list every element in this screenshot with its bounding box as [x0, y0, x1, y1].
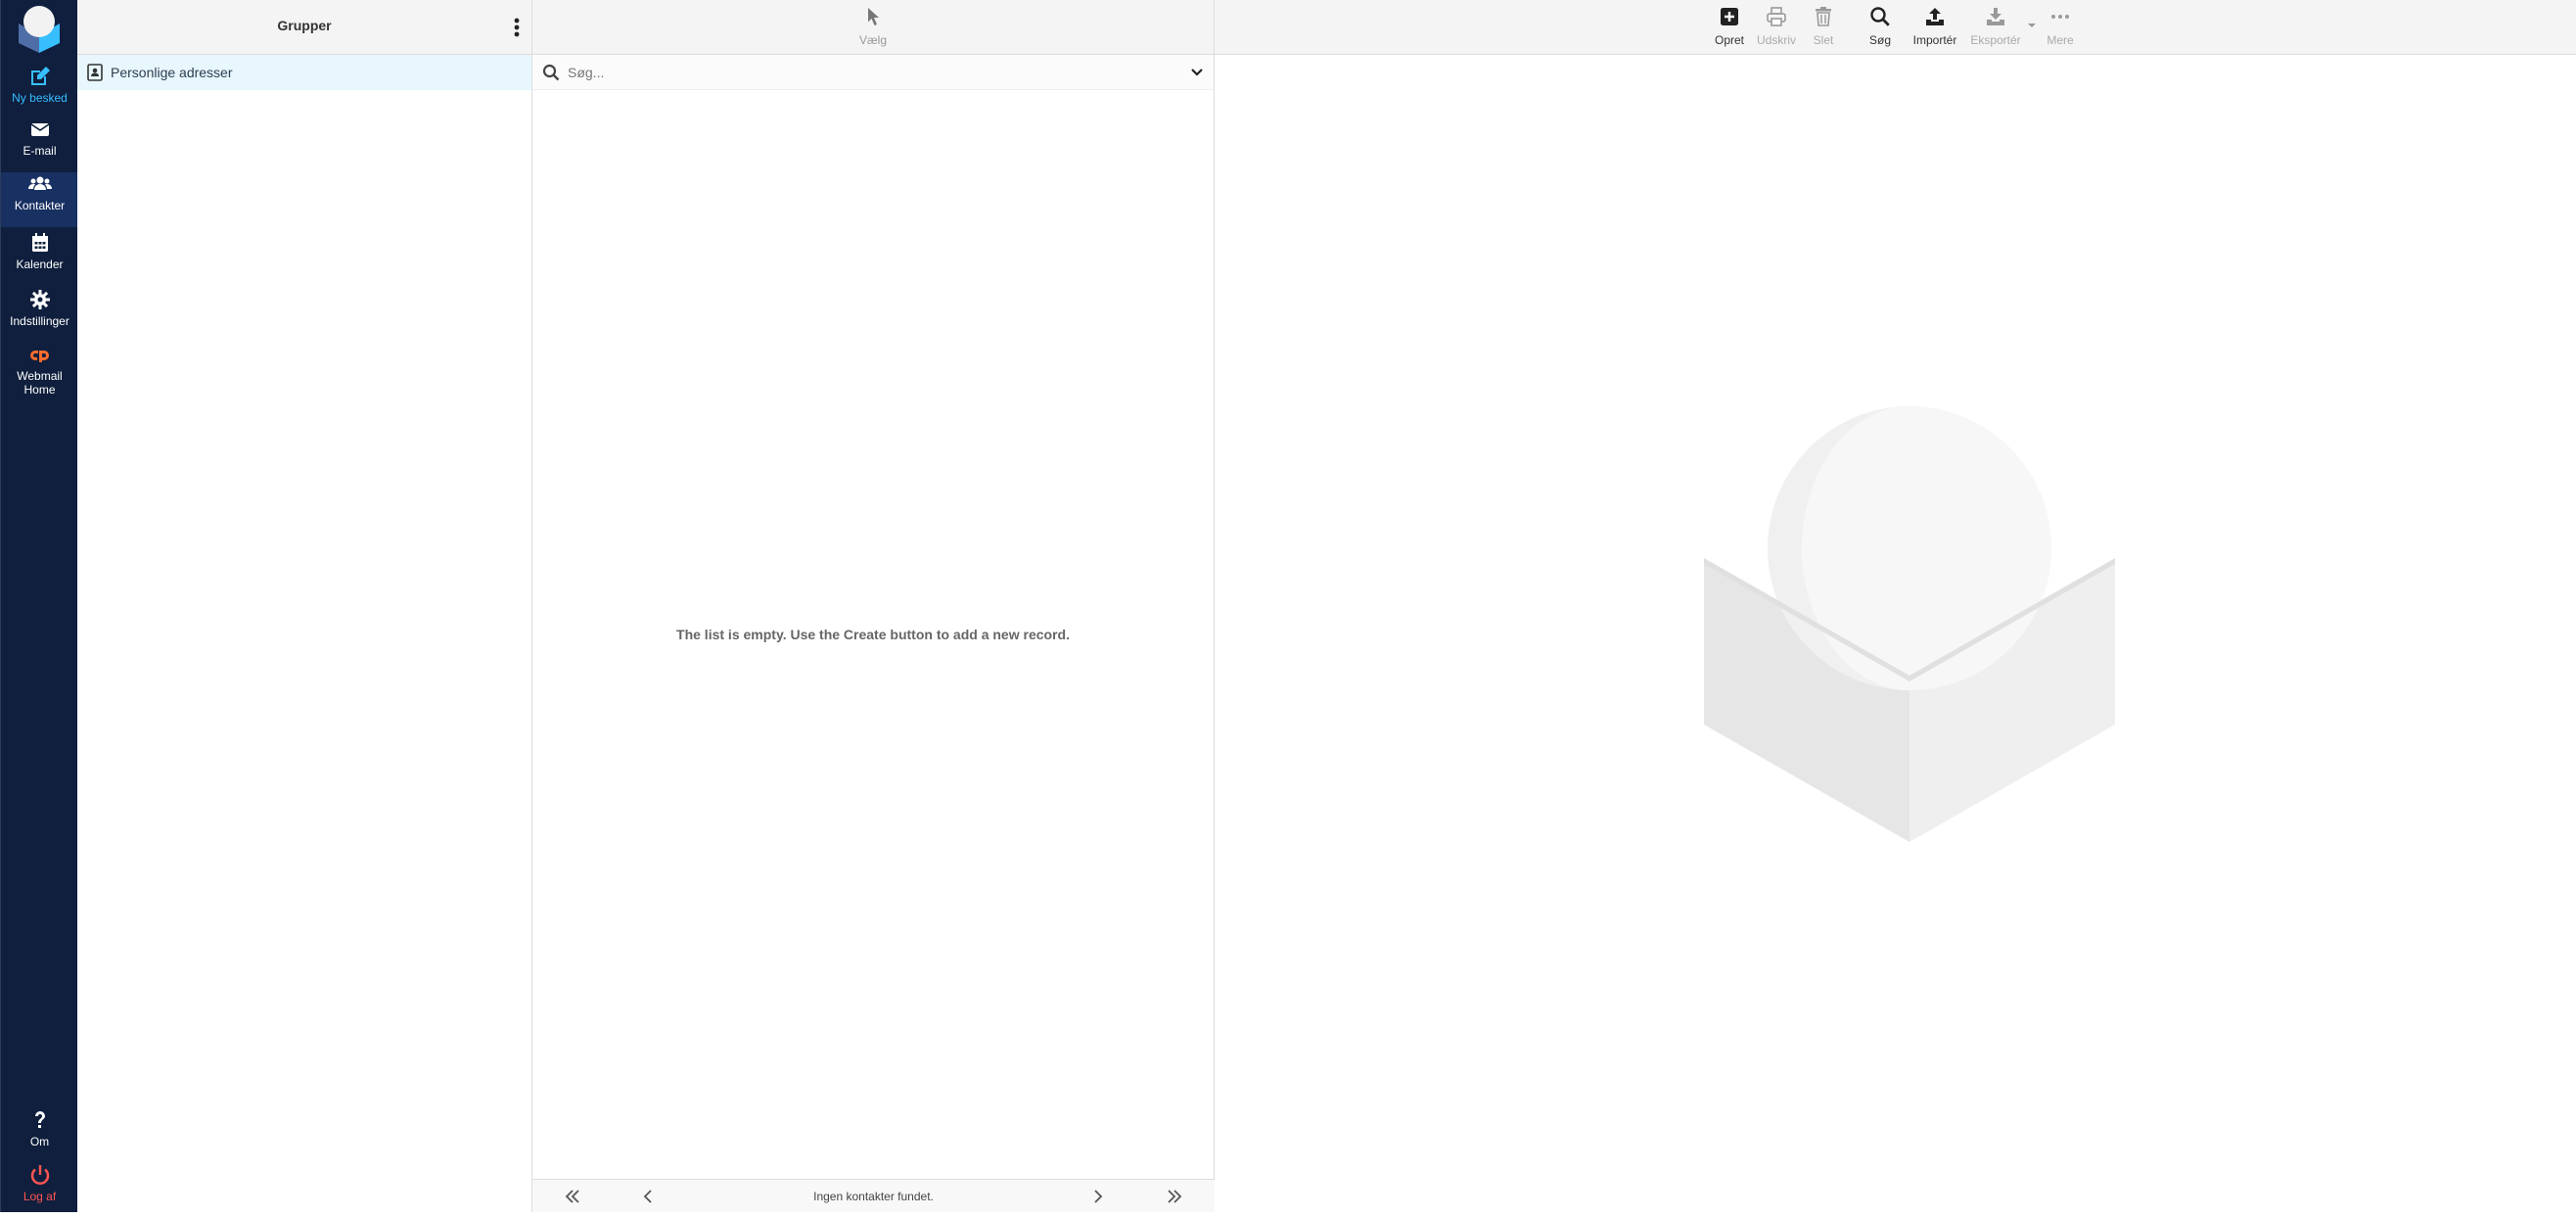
nav-settings[interactable]: Indstillinger — [1, 288, 78, 343]
empty-list-message: The list is empty. Use the Create button… — [676, 627, 1070, 642]
select-button[interactable]: Vælg — [844, 4, 902, 51]
nav-webmail-home[interactable]: Webmail Home — [1, 345, 78, 405]
more-button[interactable]: Mere — [2033, 4, 2088, 51]
compose-icon — [30, 67, 50, 85]
toolbar: Opret Udskriv Slet Søg Importér Eksporté… — [1215, 0, 2576, 55]
import-button[interactable]: Importér — [1908, 4, 1962, 51]
nav-about-label: Om — [29, 1135, 50, 1148]
contact-details-panel: Opret Udskriv Slet Søg Importér Eksporté… — [1215, 0, 2576, 1212]
printer-icon — [1767, 7, 1786, 26]
list-pagination: Ingen kontakter fundet. — [532, 1179, 1215, 1212]
nav-mail-label: E-mail — [23, 144, 57, 158]
magnifier-icon — [1870, 7, 1890, 26]
group-item-label: Personlige adresser — [111, 65, 233, 80]
export-button[interactable]: Eksportér — [1966, 4, 2025, 51]
nav-home-label: Home — [23, 383, 56, 397]
nav-webmail-label: Webmail — [17, 369, 63, 383]
search-button[interactable]: Søg — [1853, 4, 1908, 51]
power-icon — [30, 1165, 49, 1185]
list-header: Vælg — [532, 0, 1214, 55]
select-button-label: Vælg — [858, 33, 887, 47]
question-icon — [34, 1111, 45, 1128]
nav-calendar[interactable]: Kalender — [1, 231, 78, 286]
nav-about[interactable]: Om — [1, 1108, 78, 1163]
nav-contacts[interactable]: Kontakter — [1, 172, 78, 227]
users-icon — [27, 176, 52, 190]
groups-header: Grupper — [77, 0, 531, 55]
nav-compose[interactable]: Ny besked — [1, 65, 78, 119]
gear-icon — [29, 290, 50, 309]
trash-icon — [1816, 7, 1831, 26]
search-button-label: Søg — [1868, 33, 1891, 47]
last-page-icon[interactable] — [1164, 1188, 1185, 1205]
export-button-label: Eksportér — [1970, 33, 2021, 47]
nav-logout[interactable]: Log af — [1, 1163, 78, 1218]
import-button-label: Importér — [1912, 33, 1957, 47]
chevron-down-icon[interactable] — [1190, 66, 1204, 79]
nav-calendar-label: Kalender — [16, 258, 64, 271]
pagination-status: Ingen kontakter fundet. — [813, 1190, 934, 1203]
roundcube-watermark-icon — [1704, 406, 2115, 842]
nav-compose-label: Ny besked — [12, 91, 68, 105]
nav-settings-label: Indstillinger — [10, 314, 69, 328]
pointer-icon — [868, 8, 879, 25]
plus-square-icon — [1721, 8, 1738, 25]
delete-button[interactable]: Slet — [1796, 4, 1851, 51]
group-item-personal-addresses[interactable]: Personlige adresser — [77, 55, 531, 90]
download-icon — [1987, 8, 2004, 25]
nav-contacts-label: Kontakter — [14, 199, 66, 212]
search-icon[interactable] — [542, 64, 560, 81]
nav-logout-label: Log af — [23, 1190, 57, 1203]
search-bar — [532, 55, 1214, 90]
groups-title: Grupper — [277, 18, 332, 33]
more-button-label: Mere — [2047, 33, 2074, 47]
envelope-icon — [30, 123, 49, 136]
upload-icon — [1926, 8, 1944, 25]
roundcube-logo[interactable] — [11, 2, 68, 53]
horizontal-dots-icon — [2051, 15, 2069, 19]
vertical-dots-icon[interactable] — [506, 14, 528, 41]
calendar-icon — [31, 233, 48, 252]
search-input[interactable] — [566, 63, 1190, 81]
groups-panel: Grupper Personlige adresser — [77, 0, 532, 1212]
cpanel-icon — [29, 351, 49, 362]
next-page-icon[interactable] — [1087, 1188, 1109, 1205]
contact-list-panel: Vælg The list is empty. Use the Create b… — [532, 0, 1215, 1212]
delete-button-label: Slet — [1813, 33, 1834, 47]
address-book-icon — [87, 64, 103, 81]
nav-mail[interactable]: E-mail — [1, 117, 78, 172]
main-navigation: Ny besked E-mail Kontakter Kalender Inds… — [0, 0, 78, 1212]
